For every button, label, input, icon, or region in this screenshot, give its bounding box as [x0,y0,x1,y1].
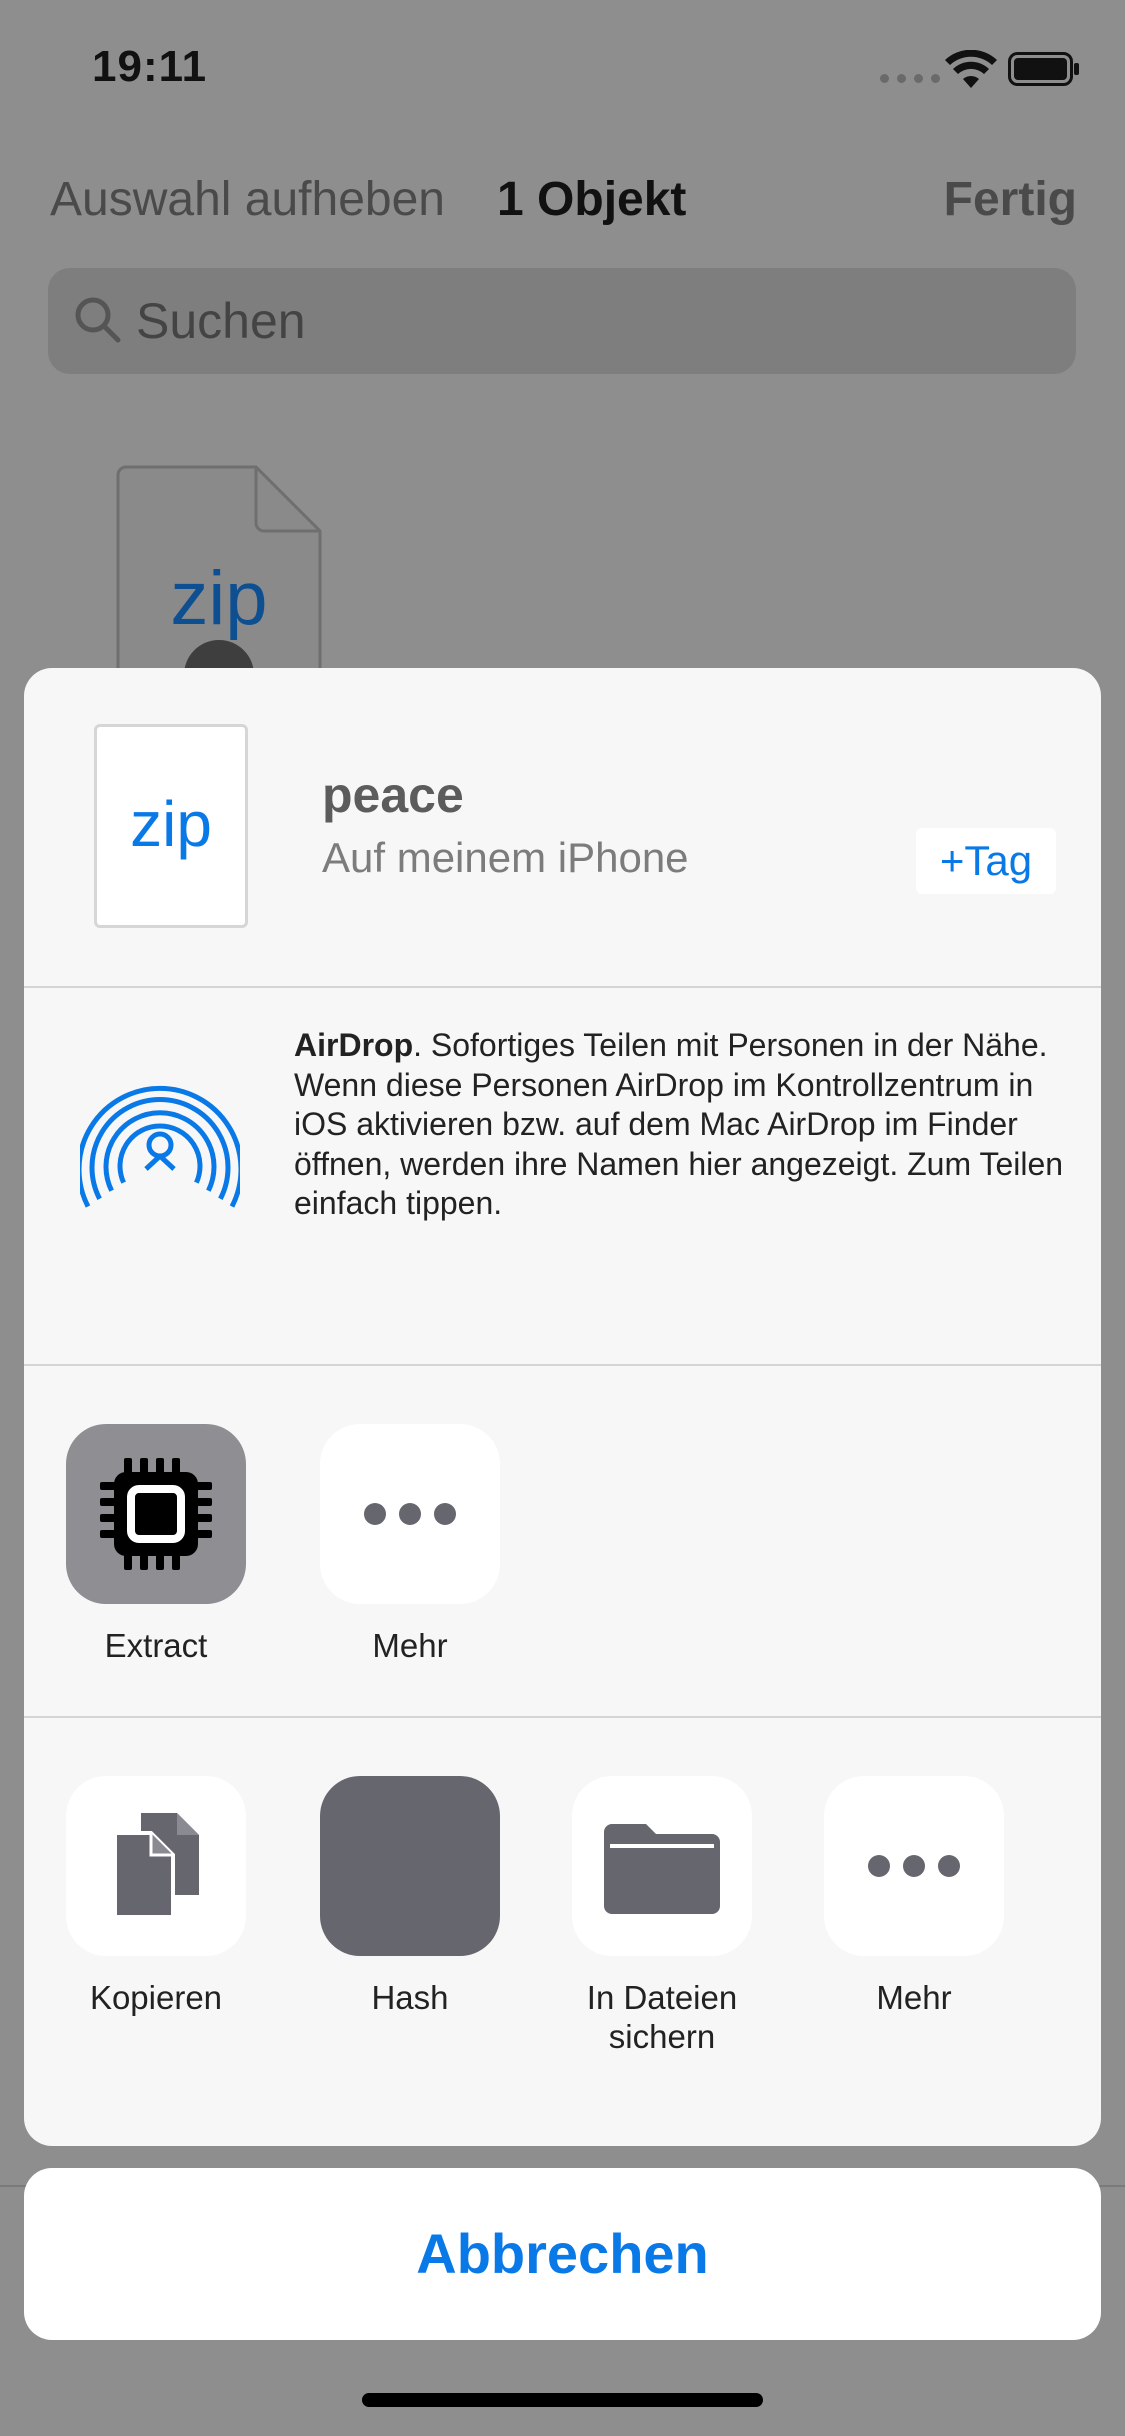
more-icon [824,1776,1004,1956]
file-name: peace [322,767,464,823]
action-save-to-files[interactable]: In Dateien sichern [572,1776,752,2056]
search-placeholder: Suchen [136,293,306,349]
more-icon [320,1424,500,1604]
home-indicator[interactable] [362,2393,763,2407]
status-time: 19:11 [92,42,208,91]
share-sheet: zip peace Auf meinem iPhone +Tag AirDrop… [24,668,1101,2146]
background-file-label: zip [170,556,268,641]
zip-file-icon: zip [130,788,212,860]
action-label: Mehr [876,1979,952,2016]
chip-icon [66,1424,246,1604]
divider [24,1364,1101,1366]
file-thumbnail: zip [94,724,248,928]
action-label: Hash [371,1979,449,2016]
app-label: Extract [104,1627,208,1664]
app-label: Mehr [372,1627,448,1664]
file-location: Auf meinem iPhone [322,834,689,881]
navigation-bar: Auswahl aufheben 1 Objekt Fertig [0,160,1125,250]
status-bar: 19:11 [0,0,1125,140]
divider [24,986,1101,988]
wifi-icon [945,50,997,88]
airdrop-title: AirDrop [294,1027,414,1063]
action-copy[interactable]: Kopieren [66,1776,246,2017]
airdrop-description: AirDrop. Sofortiges Teilen mit Personen … [294,1026,1064,1224]
search-icon [75,297,121,343]
airdrop-icon [80,1085,240,1208]
done-button[interactable]: Fertig [944,172,1077,227]
cellular-signal-icon [880,74,940,83]
copy-icon [66,1776,246,1956]
action-more[interactable]: Mehr [824,1776,1004,2017]
blank-icon [320,1776,500,1956]
action-hash[interactable]: Hash [320,1776,500,2017]
folder-icon [572,1776,752,1956]
add-tag-button[interactable]: +Tag [916,828,1056,894]
selection-count-title: 1 Objekt [497,173,687,226]
app-extract[interactable]: Extract [66,1424,246,1665]
cancel-button[interactable]: Abbrechen [24,2168,1101,2340]
deselect-button[interactable]: Auswahl aufheben [50,172,445,227]
divider [24,1716,1101,1718]
battery-icon [1008,52,1079,86]
action-label: Kopieren [89,1979,223,2016]
app-more[interactable]: Mehr [320,1424,500,1665]
search-input[interactable]: Suchen [48,268,1076,374]
action-label: In Dateien sichern [586,1979,738,2055]
